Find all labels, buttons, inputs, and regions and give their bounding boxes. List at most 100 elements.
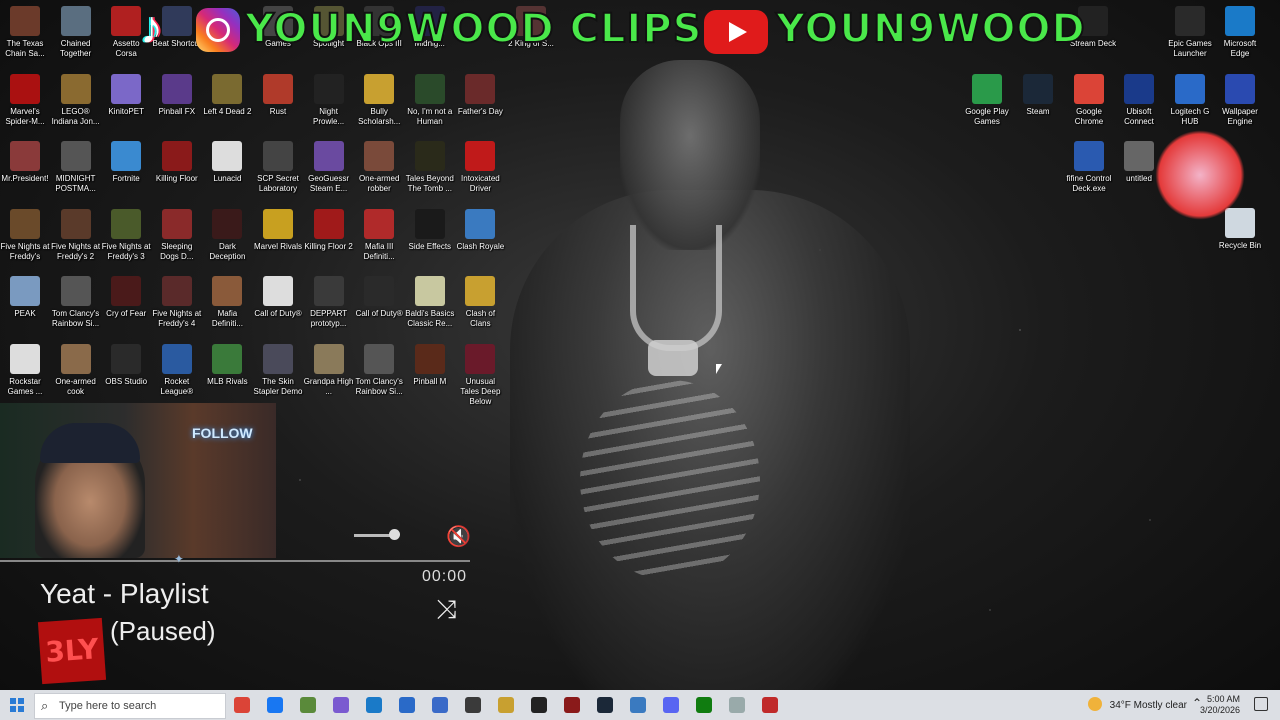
copilot-app-icon[interactable] [333,697,349,713]
desktop-icon-label: One-armed robber [358,174,400,193]
desktop-icon[interactable]: DEPPART prototyp... [304,270,354,329]
taskbar-search-box[interactable]: ⌕ Type here to search [34,693,226,719]
desktop-icon[interactable]: PEAK [0,270,50,319]
store-app-icon[interactable] [399,697,415,713]
desktop-icon[interactable]: Night Prowle... [304,68,354,127]
desktop-icon[interactable]: Marvel's Spider-M... [0,68,50,127]
desktop-icon-label: Tom Clancy's Rainbow Si... [355,376,403,396]
desktop-icon[interactable]: MIDNIGHT POSTMA... [51,135,101,194]
xbox-app-icon[interactable] [696,697,712,713]
desktop-icon[interactable]: Side Effects [405,203,455,252]
desktop-icon[interactable]: Dark Deception [202,203,252,262]
shuffle-icon[interactable]: ⤨ [436,594,457,626]
playback-progress-knob[interactable]: ✦ [174,553,186,565]
files-app-icon[interactable] [498,697,514,713]
desktop-icon[interactable]: MLB Rivals [202,338,252,387]
desktop-icon[interactable]: Wallpaper Engine [1215,68,1265,127]
app-icon [161,343,192,374]
desktop-icon[interactable]: Logitech G HUB [1165,68,1215,127]
banner-right-text: YOUN9WOOD [775,5,1086,53]
desktop-icon[interactable]: Tom Clancy's Rainbow Si... [354,338,404,397]
desktop-icon[interactable]: Call of Duty® [253,270,303,319]
desktop-icon[interactable]: Killing Floor [152,135,202,184]
desktop-icon[interactable]: Rust [253,68,303,117]
desktop-icon[interactable]: Killing Floor 2 [304,203,354,252]
desktop-icon[interactable]: Cry of Fear [101,270,151,319]
desktop-icon[interactable]: fifine Control Deck.exe [1064,135,1114,194]
desktop-icon[interactable]: Five Nights at Freddy's [0,203,50,262]
desktop-icon[interactable]: The Texas Chain Sa... [0,0,50,59]
weather-widget[interactable]: 34°F Mostly clear [1110,700,1187,711]
capcut-app-icon[interactable] [531,697,547,713]
desktop-icon[interactable]: GeoGuessr Steam E... [304,135,354,194]
playback-progress-bar[interactable] [0,560,470,562]
desktop-icon[interactable]: Bully Scholarsh... [354,68,404,127]
desktop-icon[interactable]: Mafia III Definiti... [354,203,404,262]
explorer-app-icon[interactable] [729,697,745,713]
desktop-icon[interactable]: Left 4 Dead 2 [202,68,252,117]
desktop-icon[interactable]: Clash Royale [455,203,505,252]
desktop-icon[interactable]: Microsoft Edge [1215,0,1265,59]
desktop-icon[interactable]: Fortnite [101,135,151,184]
obs-app-icon[interactable] [465,697,481,713]
desktop-icon[interactable]: Five Nights at Freddy's 3 [101,203,151,262]
desktop-icon[interactable]: No, I'm not a Human [405,68,455,127]
desktop-icon-label: Bully Scholarsh... [358,106,401,126]
system-tray: 34°F Mostly clear ⌃ 5:00 AM 3/20/2026 [1060,690,1280,720]
minecraft-app-icon[interactable] [300,697,316,713]
desktop-icon-label: OBS Studio [105,376,148,386]
desktop-icon[interactable]: One-armed cook [51,338,101,397]
desktop-icon[interactable]: KinitoPET [101,68,151,117]
desktop-icon[interactable]: SCP Secret Laboratory [253,135,303,194]
desktop-icon[interactable]: Sleeping Dogs D... [152,203,202,262]
edge-app-icon[interactable] [366,697,382,713]
app-icon [161,73,192,104]
desktop-icon[interactable]: One-armed robber [354,135,404,194]
desktop-icon[interactable]: LEGO® Indiana Jon... [51,68,101,127]
desktop-icon[interactable]: Pinball FX [152,68,202,117]
desktop-icon[interactable]: Intoxicated Driver [455,135,505,194]
desktop-icon[interactable]: Google Chrome [1064,68,1114,127]
desktop-icon-label: No, I'm not a Human [407,106,453,126]
desktop-icon[interactable]: Tales Beyond The Tomb ... [405,135,455,194]
desktop-icon[interactable]: Pinball M [405,338,455,387]
facebook-app-icon[interactable] [267,697,283,713]
desktop-icon[interactable]: Tom Clancy's Rainbow Si... [51,270,101,329]
desktop-icon[interactable]: Baldi's Basics Classic Re... [405,270,455,329]
desktop-icon[interactable]: Grandpa High ... [304,338,354,397]
desktop-icon[interactable]: Epic Games Launcher [1165,0,1215,59]
weather-moon-icon[interactable] [1088,697,1102,711]
desktop-icon[interactable]: Marvel Rivals [253,203,303,252]
desktop-icon[interactable]: Unusual Tales Deep Below [455,338,505,407]
desktop-icon[interactable]: The Skin Stapler Demo [253,338,303,397]
window-app-icon[interactable] [630,697,646,713]
desktop-icon-label: Microsoft Edge [1223,39,1257,58]
desktop-icon[interactable]: Mr.President! [0,135,50,184]
mail-app-icon[interactable] [432,697,448,713]
discord-app-icon[interactable] [663,697,679,713]
desktop-icon[interactable]: Mafia Definiti... [202,270,252,329]
r6-app-icon[interactable] [762,697,778,713]
app-icon [111,141,142,171]
steam-app-icon[interactable] [597,697,613,713]
taskbar-clock[interactable]: 5:00 AM 3/20/2026 [1200,694,1240,716]
chrome-app-icon[interactable] [234,697,250,713]
game-app-icon[interactable] [564,697,580,713]
desktop-icon[interactable]: Rockstar Games ... [0,338,50,397]
notification-icon[interactable] [1254,697,1268,711]
speaker-mute-icon[interactable]: 🔇 [446,524,471,549]
volume-slider-knob[interactable] [389,529,400,540]
desktop-icon[interactable]: Google Play Games [962,68,1012,127]
desktop-icon[interactable]: Five Nights at Freddy's 4 [152,270,202,329]
desktop-icon[interactable]: Steam [1013,68,1063,117]
desktop-icon[interactable]: Clash of Clans [455,270,505,329]
desktop-icon[interactable]: Ubisoft Connect [1114,68,1164,127]
windows-start-icon[interactable] [10,698,24,712]
desktop-icon[interactable]: Call of Duty® [354,270,404,319]
desktop-icon[interactable]: OBS Studio [101,338,151,387]
desktop-icon[interactable]: Lunacid [202,135,252,184]
desktop-icon[interactable]: Chained Together [51,0,101,59]
desktop-icon[interactable]: Rocket League® [152,338,202,397]
desktop-icon[interactable]: Five Nights at Freddy's 2 [51,203,101,262]
desktop-icon[interactable]: Father's Day [455,68,505,117]
